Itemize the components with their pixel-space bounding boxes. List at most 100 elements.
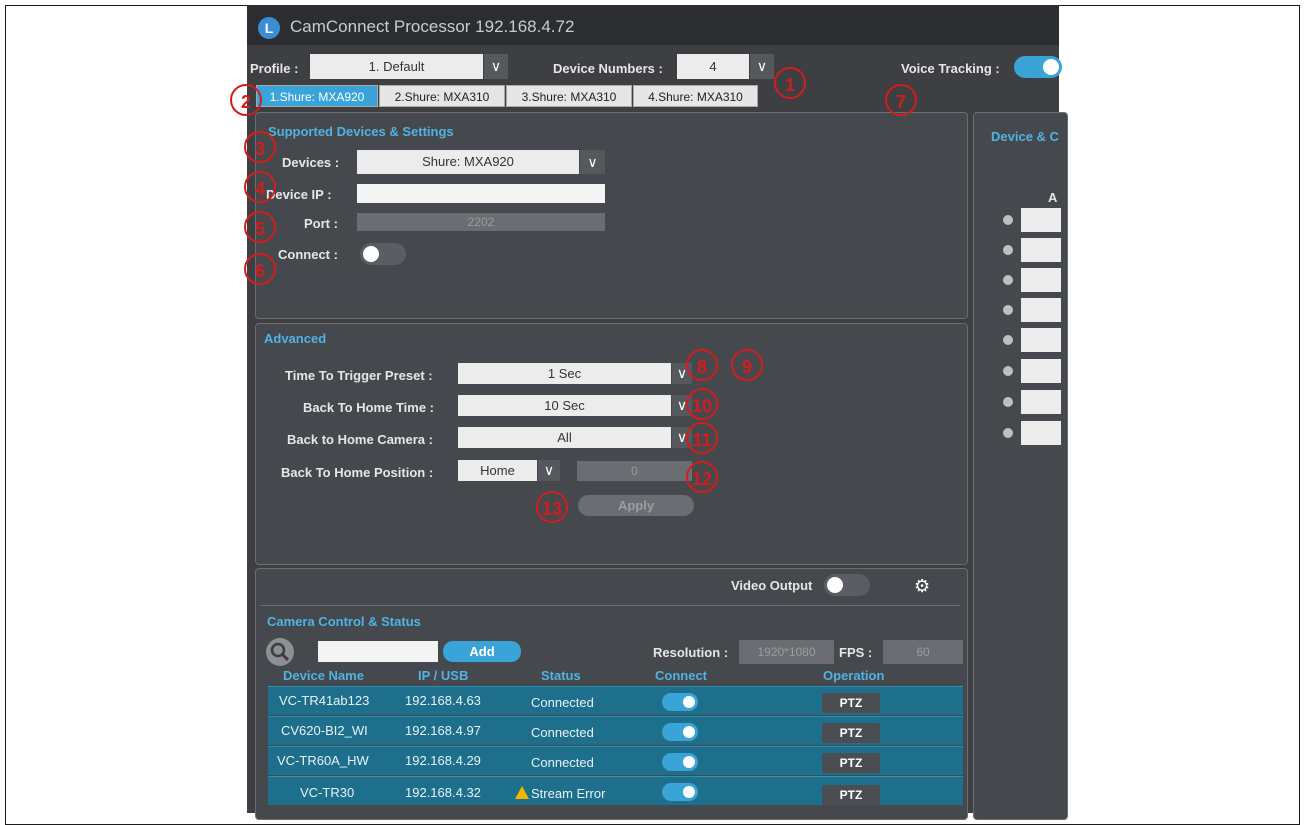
status-dot (1003, 245, 1013, 255)
home-camera-select[interactable]: All (458, 427, 671, 448)
title-bar: L CamConnect Processor 192.168.4.72 (247, 5, 1059, 45)
fps-label: FPS : (839, 645, 873, 660)
home-position-label: Back To Home Position : (281, 465, 434, 480)
video-output-toggle[interactable] (824, 574, 870, 596)
search-camera-icon[interactable] (266, 638, 294, 666)
device-ip-input[interactable] (357, 184, 605, 203)
camera-control-title: Camera Control & Status (267, 614, 421, 629)
callout-1: 1 (774, 67, 806, 99)
status-dot (1003, 275, 1013, 285)
tab-device-1[interactable]: 1.Shure: MXA920 (256, 85, 378, 107)
preset-slot[interactable] (1021, 359, 1061, 383)
trigger-preset-select[interactable]: 1 Sec (458, 363, 671, 384)
row-status: Connected (531, 755, 594, 770)
chevron-down-icon[interactable]: ∨ (580, 150, 605, 174)
port-label: Port : (304, 216, 338, 231)
status-dot (1003, 397, 1013, 407)
callout-4: 4 (244, 171, 276, 203)
warning-icon (515, 786, 529, 799)
column-header-status: Status (541, 668, 581, 683)
home-time-label: Back To Home Time : (303, 400, 434, 415)
preset-slot[interactable] (1021, 328, 1061, 352)
device-numbers-select[interactable]: 4 (677, 54, 749, 79)
status-dot (1003, 305, 1013, 315)
column-header-connect: Connect (655, 668, 707, 683)
tab-device-2[interactable]: 2.Shure: MXA310 (379, 85, 505, 107)
row-ip: 192.168.4.97 (405, 723, 481, 738)
preset-slot[interactable] (1021, 268, 1061, 292)
gear-icon[interactable]: ⚙ (914, 576, 930, 597)
status-dot (1003, 335, 1013, 345)
row-status: Stream Error (531, 786, 606, 801)
preset-slot[interactable] (1021, 298, 1061, 322)
camera-connect-toggle[interactable] (662, 723, 698, 741)
home-position-select[interactable]: Home (458, 460, 537, 481)
connect-label: Connect : (278, 247, 338, 262)
callout-10: 10 (686, 388, 718, 420)
app-logo-icon: L (258, 17, 280, 39)
ptz-button[interactable]: PTZ (822, 785, 880, 805)
devices-label: Devices : (282, 155, 340, 170)
divider (260, 605, 960, 606)
chevron-down-icon[interactable]: ∨ (484, 54, 508, 79)
video-output-label: Video Output (731, 578, 813, 593)
tab-device-4[interactable]: 4.Shure: MXA310 (633, 85, 758, 107)
callout-2: 2 (230, 84, 262, 116)
devices-select[interactable]: Shure: MXA920 (357, 150, 579, 174)
ptz-button[interactable]: PTZ (822, 693, 880, 713)
callout-5: 5 (244, 211, 276, 243)
right-panel-title: Device & C (991, 129, 1059, 144)
chevron-down-icon[interactable]: ∨ (538, 460, 560, 481)
camera-connect-toggle[interactable] (662, 753, 698, 771)
device-connect-toggle[interactable] (360, 243, 406, 265)
apply-button[interactable]: Apply (578, 495, 694, 516)
resolution-label: Resolution : (653, 645, 729, 660)
home-time-select[interactable]: 10 Sec (458, 395, 671, 416)
device-numbers-label: Device Numbers : (553, 61, 663, 76)
add-camera-button[interactable]: Add (443, 641, 521, 662)
preset-slot[interactable] (1021, 238, 1061, 262)
tab-device-3[interactable]: 3.Shure: MXA310 (506, 85, 632, 107)
column-header-operation: Operation (823, 668, 885, 683)
camera-search-input[interactable] (318, 641, 438, 662)
voice-tracking-toggle[interactable] (1014, 56, 1062, 78)
row-device-name: VC-TR60A_HW (277, 753, 369, 768)
callout-12: 12 (686, 461, 718, 493)
callout-11: 11 (686, 422, 718, 454)
callout-9: 9 (731, 349, 763, 381)
status-dot (1003, 428, 1013, 438)
row-device-name: VC-TR30 (300, 785, 355, 800)
voice-tracking-label: Voice Tracking : (901, 61, 1000, 76)
row-ip: 192.168.4.29 (405, 753, 481, 768)
row-status: Connected (531, 725, 594, 740)
chevron-down-icon[interactable]: ∨ (750, 54, 774, 79)
row-device-name: VC-TR41ab123 (279, 693, 370, 708)
row-ip: 192.168.4.32 (405, 785, 481, 800)
row-ip: 192.168.4.63 (405, 693, 481, 708)
ptz-button[interactable]: PTZ (822, 723, 880, 743)
preset-slot[interactable] (1021, 390, 1061, 414)
preset-slot[interactable] (1021, 421, 1061, 445)
profile-select[interactable]: 1. Default (310, 54, 483, 79)
home-camera-label: Back to Home Camera : (287, 432, 433, 447)
callout-7: 7 (885, 84, 917, 116)
callout-8: 8 (686, 349, 718, 381)
camera-connect-toggle[interactable] (662, 693, 698, 711)
port-input[interactable]: 2202 (357, 213, 605, 231)
home-position-number[interactable]: 0 (577, 461, 692, 481)
panel-title: Supported Devices & Settings (268, 124, 454, 139)
callout-3: 3 (244, 131, 276, 163)
fps-select[interactable]: 60 (883, 640, 963, 664)
status-dot (1003, 366, 1013, 376)
right-column-header: A (1048, 190, 1058, 205)
ptz-button[interactable]: PTZ (822, 753, 880, 773)
profile-label: Profile : (250, 61, 299, 76)
resolution-select[interactable]: 1920*1080 (739, 640, 834, 664)
callout-6: 6 (244, 253, 276, 285)
preset-slot[interactable] (1021, 208, 1061, 232)
advanced-title: Advanced (264, 331, 327, 346)
column-header-device-name: Device Name (283, 668, 364, 683)
status-dot (1003, 215, 1013, 225)
trigger-preset-label: Time To Trigger Preset : (285, 368, 433, 383)
camera-connect-toggle[interactable] (662, 783, 698, 801)
